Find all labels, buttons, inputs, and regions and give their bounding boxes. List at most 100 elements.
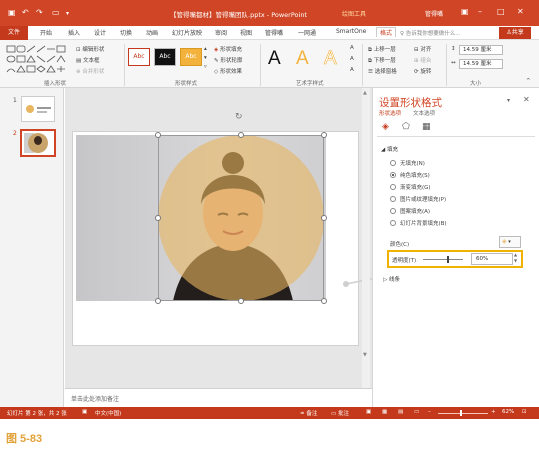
transparency-input[interactable]: 60% bbox=[471, 253, 513, 265]
resize-handle[interactable] bbox=[238, 298, 244, 304]
spinner-icon[interactable]: ▲ ▼ bbox=[514, 252, 517, 264]
resize-handle[interactable] bbox=[321, 215, 327, 221]
tab-format[interactable]: 格式 bbox=[376, 27, 397, 37]
radio-no-fill[interactable]: 无填充(N) bbox=[390, 159, 425, 167]
selection-pane-cmd[interactable]: ☰ 选择窗格 bbox=[368, 67, 397, 75]
notes-toggle[interactable]: ≐ 备注 bbox=[300, 409, 317, 417]
resize-handle[interactable] bbox=[155, 215, 161, 221]
shape-effects-cmd[interactable]: ◇ 形状效果 bbox=[214, 67, 242, 75]
fill-line-icon[interactable]: ◈ bbox=[382, 122, 389, 132]
shape-fill-cmd[interactable]: ◈ 形状填充 bbox=[214, 45, 242, 53]
radio-picture-fill[interactable]: 图片或纹理填充(P) bbox=[390, 195, 446, 203]
slide-sorter-icon[interactable]: ▦ bbox=[382, 409, 387, 415]
save-icon[interactable]: ▣ bbox=[8, 8, 16, 17]
minimize-icon[interactable]: – bbox=[478, 7, 482, 16]
resize-handle[interactable] bbox=[321, 298, 327, 304]
shape-gallery[interactable] bbox=[6, 44, 72, 76]
text-box-cmd[interactable]: ▤ 文本框 bbox=[76, 56, 99, 64]
gallery-down-icon[interactable]: ▾ bbox=[204, 55, 207, 61]
reading-view-icon[interactable]: ▤ bbox=[398, 409, 403, 415]
wordart-style-1[interactable]: A bbox=[268, 48, 281, 70]
shape-outline-cmd[interactable]: ✎ 形状轮廓 bbox=[214, 56, 242, 64]
size-properties-icon[interactable]: ▦ bbox=[422, 122, 431, 132]
fill-section-header[interactable]: ◢ 填充 bbox=[381, 145, 398, 153]
gallery-up-icon[interactable]: ▴ bbox=[204, 46, 207, 52]
resize-handle[interactable] bbox=[155, 132, 161, 138]
tab-view[interactable]: 视图 bbox=[240, 28, 252, 37]
pane-options-icon[interactable]: ▾ bbox=[507, 97, 510, 104]
shape-style-2[interactable]: Abc bbox=[154, 48, 176, 66]
resize-handle[interactable] bbox=[238, 132, 244, 138]
fit-slide-icon[interactable]: ⊡ bbox=[522, 409, 527, 415]
share-button[interactable]: ♙共享 bbox=[499, 27, 531, 39]
maximize-icon[interactable]: □ bbox=[497, 7, 505, 16]
group-cmd[interactable]: ⊞ 组合 bbox=[414, 56, 431, 64]
rotate-handle-icon[interactable]: ↻ bbox=[235, 112, 243, 122]
shape-style-1[interactable]: Abc bbox=[128, 48, 150, 66]
subtab-shape-options[interactable]: 形状选项 bbox=[379, 109, 401, 117]
subtab-text-options[interactable]: 文本选项 bbox=[413, 109, 435, 117]
shape-height-input[interactable]: 14.59 厘米 bbox=[459, 45, 503, 55]
wordart-style-3[interactable]: A bbox=[324, 48, 337, 70]
transparency-slider-thumb[interactable] bbox=[447, 256, 449, 263]
slide-thumbnail-1[interactable] bbox=[21, 96, 55, 122]
vertical-scrollbar[interactable] bbox=[362, 88, 370, 388]
undo-icon[interactable]: ↶ bbox=[22, 8, 29, 17]
zoom-slider[interactable] bbox=[438, 413, 488, 414]
radio-background-fill[interactable]: 幻灯片背景填充(B) bbox=[390, 219, 447, 227]
customize-qat-icon[interactable]: ▾ bbox=[66, 10, 69, 17]
zoom-in-icon[interactable]: + bbox=[491, 409, 496, 415]
color-picker-button[interactable]: ◈ ▾ bbox=[499, 236, 521, 248]
spellcheck-icon[interactable]: ▣ bbox=[82, 409, 87, 415]
tab-design[interactable]: 设计 bbox=[94, 28, 106, 37]
zoom-out-icon[interactable]: – bbox=[428, 409, 431, 415]
resize-handle[interactable] bbox=[155, 298, 161, 304]
text-outline-icon[interactable]: A bbox=[350, 56, 354, 62]
scroll-down-icon[interactable]: ▼ bbox=[363, 352, 367, 358]
transparency-slider-track[interactable] bbox=[423, 259, 463, 260]
language-status[interactable]: 中文(中国) bbox=[95, 409, 121, 417]
text-fill-icon[interactable]: A bbox=[350, 45, 354, 51]
radio-gradient-fill[interactable]: 渐变填充(G) bbox=[390, 183, 431, 191]
edit-shape-cmd[interactable]: ⊡ 编辑形状 bbox=[76, 45, 104, 53]
tab-guandezui[interactable]: 管得嘴 bbox=[265, 28, 283, 37]
start-slideshow-icon[interactable]: ▭ bbox=[52, 8, 60, 17]
normal-view-icon[interactable]: ▣ bbox=[366, 409, 371, 415]
tab-file[interactable]: 文件 bbox=[0, 26, 28, 40]
zoom-level[interactable]: 62% bbox=[502, 409, 514, 415]
tell-me-box[interactable]: ♀ 告诉我你想要做什么... bbox=[400, 29, 461, 37]
tab-home[interactable]: 开始 bbox=[40, 28, 52, 37]
scroll-up-icon[interactable]: ▲ bbox=[363, 90, 367, 96]
tab-review[interactable]: 审阅 bbox=[215, 28, 227, 37]
bring-forward-cmd[interactable]: ⧉ 上移一层 bbox=[368, 45, 396, 54]
align-cmd[interactable]: ⊟ 对齐 bbox=[414, 45, 431, 53]
gallery-more-icon[interactable]: ▿ bbox=[204, 64, 207, 70]
tab-animations[interactable]: 动画 bbox=[146, 28, 158, 37]
tab-slideshow[interactable]: 幻灯片放映 bbox=[172, 28, 202, 37]
tab-transitions[interactable]: 切换 bbox=[120, 28, 132, 37]
text-effects-icon[interactable]: A bbox=[350, 67, 354, 73]
tab-insert[interactable]: 插入 bbox=[68, 28, 80, 37]
shape-style-3[interactable]: Abc bbox=[180, 48, 202, 66]
radio-pattern-fill[interactable]: 图案填充(A) bbox=[390, 207, 430, 215]
wordart-style-2[interactable]: A bbox=[296, 48, 309, 70]
slide-thumbnail-2[interactable] bbox=[20, 129, 56, 157]
slideshow-view-icon[interactable]: ▭ bbox=[414, 409, 419, 415]
notes-pane[interactable]: 单击此处添加备注 bbox=[65, 388, 372, 407]
rotate-cmd[interactable]: ⟳ 旋转 bbox=[414, 67, 431, 75]
tab-smartone[interactable]: SmartOne bbox=[336, 28, 366, 35]
collapse-ribbon-icon[interactable]: ^ bbox=[526, 78, 531, 84]
comments-toggle[interactable]: ▭ 批注 bbox=[331, 409, 349, 417]
merge-shapes-cmd[interactable]: ⊕ 合并形状 bbox=[76, 67, 104, 75]
radio-solid-fill[interactable]: 纯色填充(S) bbox=[390, 171, 430, 179]
slide-canvas[interactable] bbox=[72, 131, 359, 346]
username[interactable]: 管得嘴 bbox=[425, 9, 443, 18]
zoom-slider-thumb[interactable] bbox=[460, 410, 462, 416]
redo-icon[interactable]: ↷ bbox=[36, 8, 43, 17]
effects-pentagon-icon[interactable]: ⬠ bbox=[402, 122, 410, 132]
shape-width-input[interactable]: 14.59 厘米 bbox=[459, 59, 503, 69]
line-section-header[interactable]: ▷ 线条 bbox=[383, 275, 400, 283]
tab-yiwangtong[interactable]: 一网通 bbox=[298, 28, 316, 37]
pane-close-icon[interactable]: ✕ bbox=[523, 95, 530, 104]
ribbon-display-icon[interactable]: ▣ bbox=[461, 7, 469, 16]
